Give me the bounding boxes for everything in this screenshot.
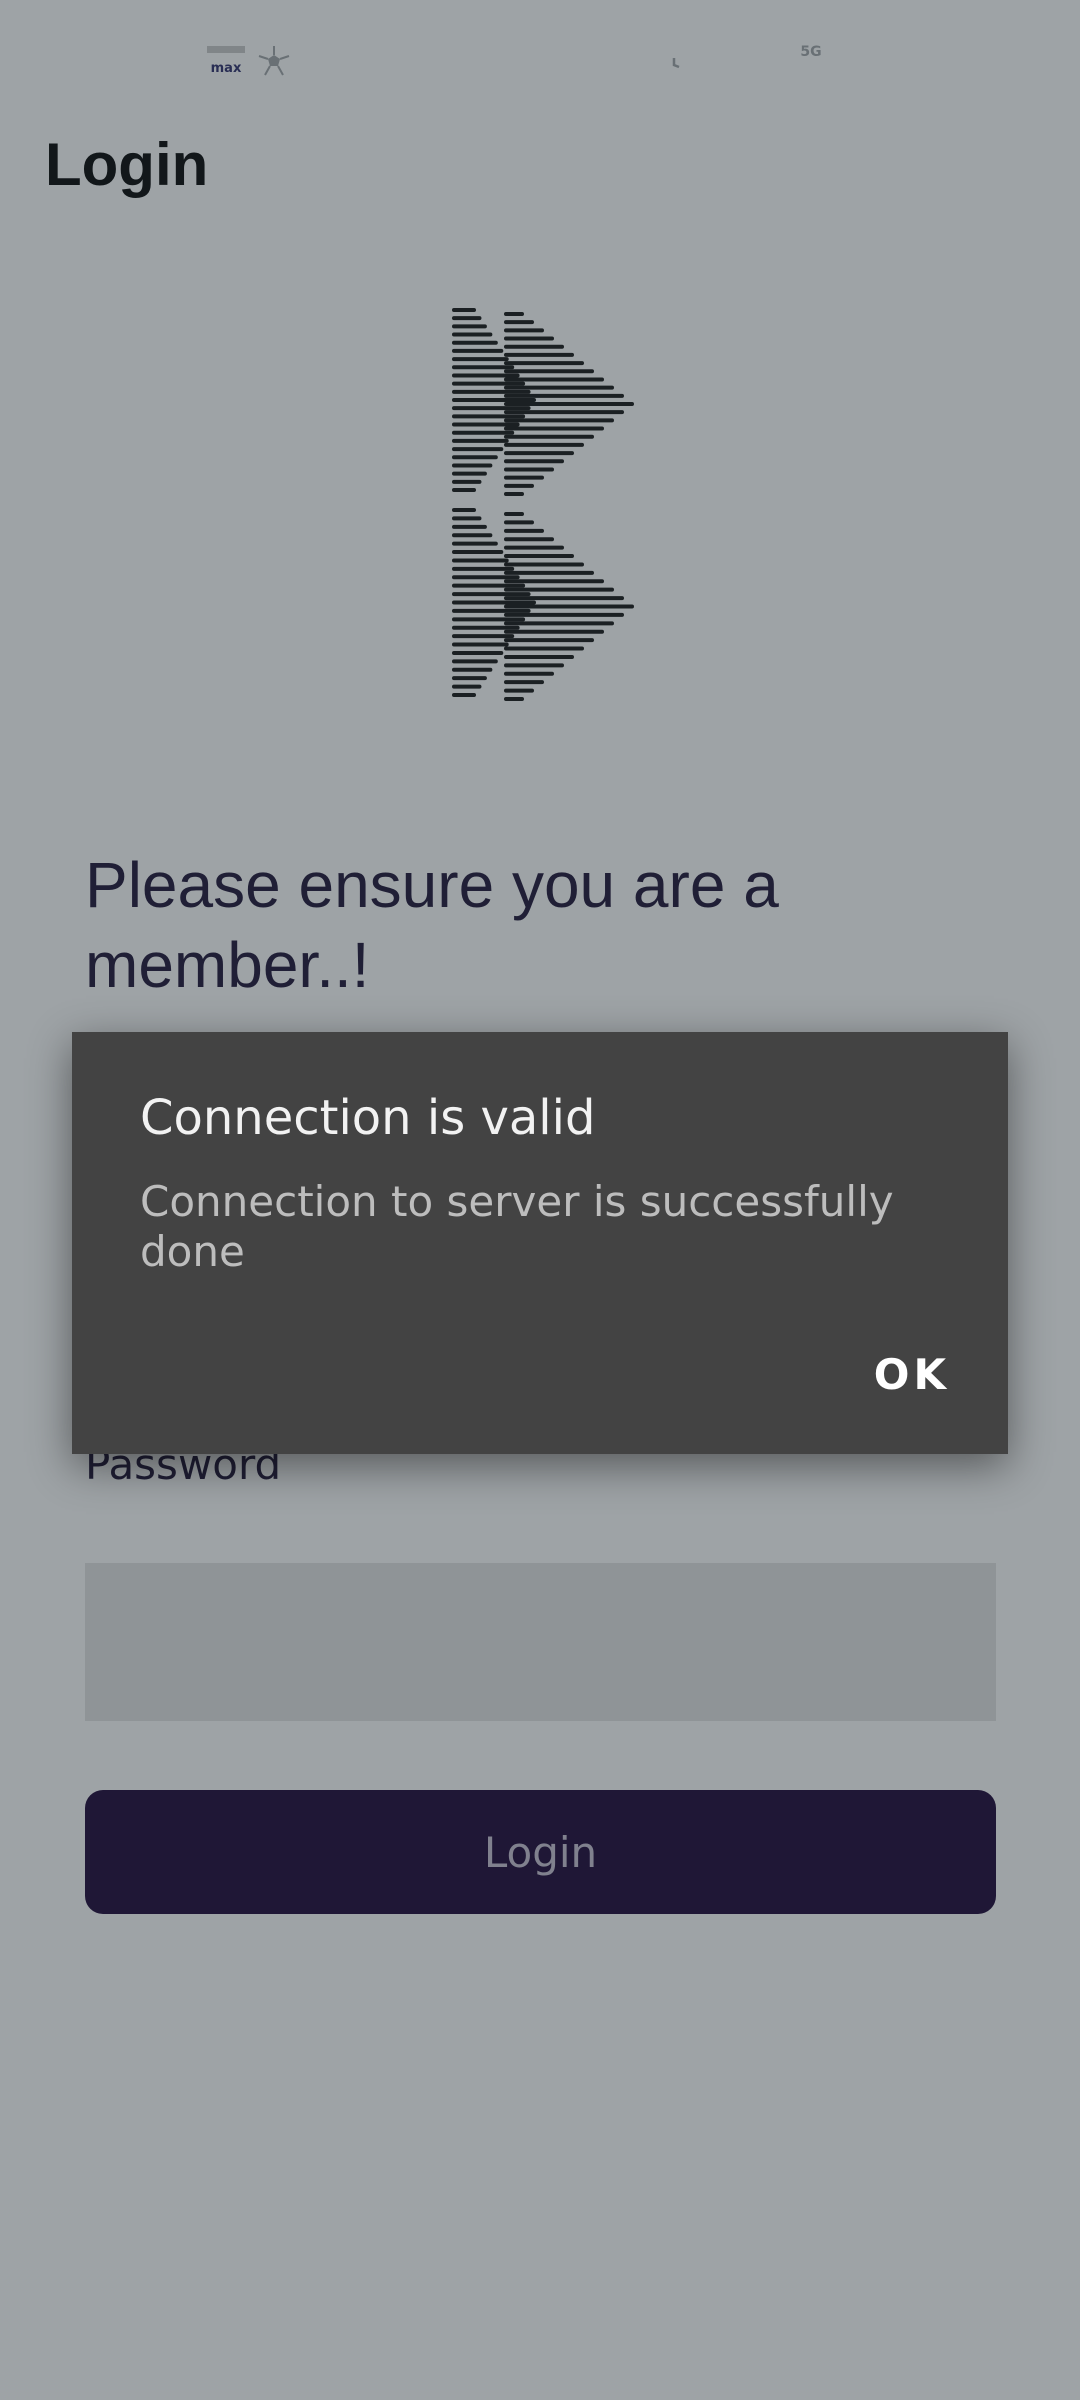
dialog-message: Connection to server is successfully don… <box>140 1177 894 1276</box>
dialog-title: Connection is valid <box>140 1090 596 1146</box>
login-screen: 2:22 max 5G 100% Login Please ensure you… <box>0 0 1080 2400</box>
ok-button[interactable]: OK <box>874 1350 950 1399</box>
connection-dialog: Connection is valid Connection to server… <box>72 1032 1008 1454</box>
